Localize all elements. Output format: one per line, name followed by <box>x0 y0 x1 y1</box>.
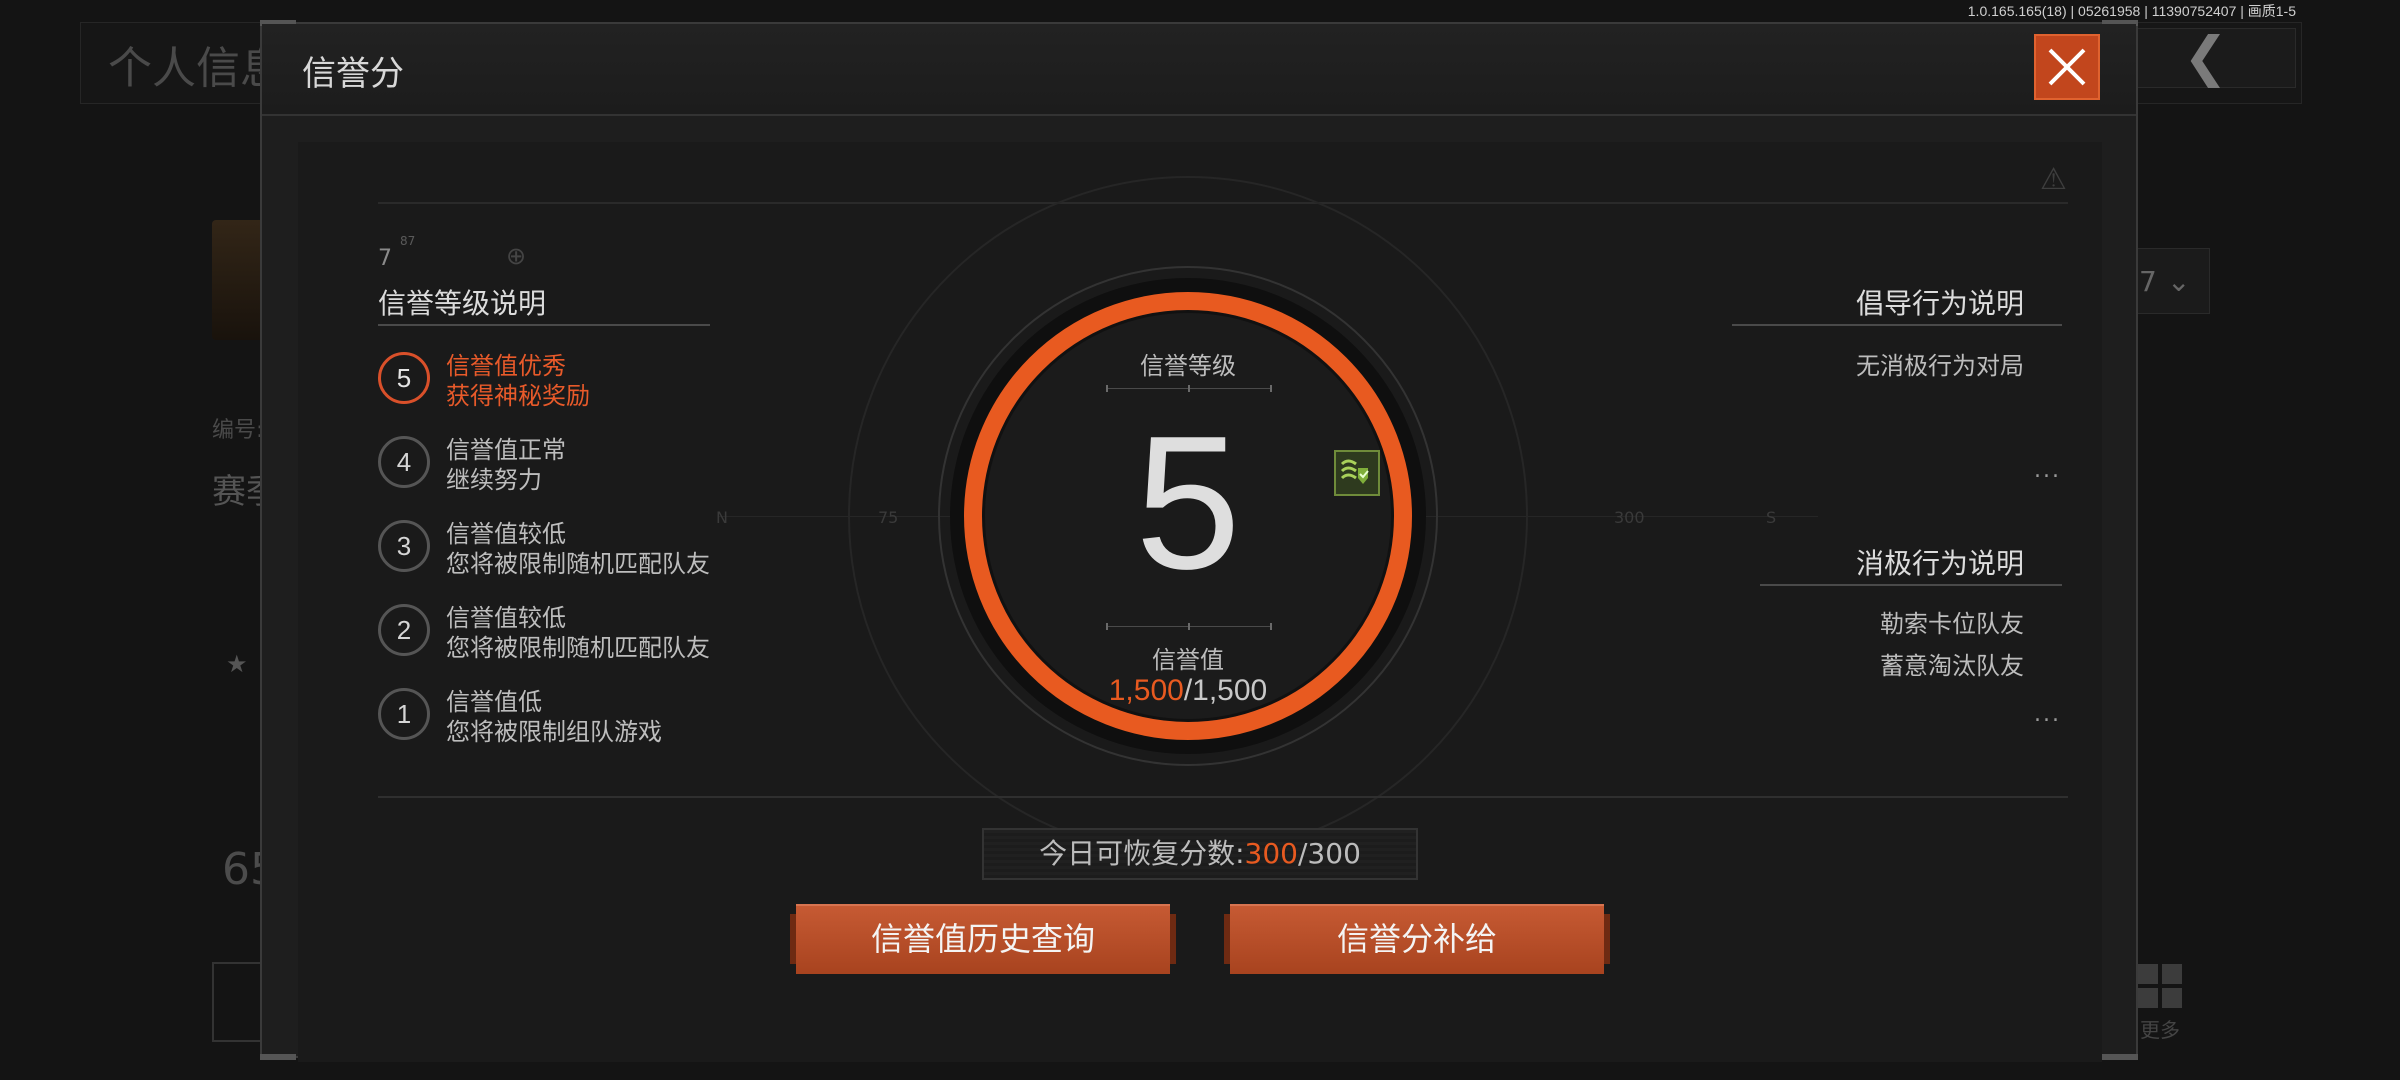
modal-corner <box>260 1054 296 1060</box>
level-item-2: 2 信誉值较低 您将被限制随机匹配队友 <box>378 598 798 664</box>
positive-item: 无消极行为对局 <box>1856 352 2024 380</box>
reputation-dial: 信誉等级 5 信誉值 1,500/1,500 <box>848 176 1528 856</box>
debug-info: 1.0.165.165(18) | 05261958 | 11390752407… <box>1967 3 2296 19</box>
axis-label-b: 300 <box>1614 508 1645 527</box>
negative-more[interactable]: ... <box>2034 702 2061 727</box>
season-selector-value: 7 <box>2139 265 2157 298</box>
dial-tick-line <box>1106 623 1272 630</box>
axis-label-s: S <box>1766 508 1777 527</box>
deco-number: 7 <box>378 246 392 271</box>
score-value: 1,500/1,500 <box>918 674 1458 708</box>
level-badge: 3 <box>378 520 430 572</box>
level-desc: 您将被限制组队游戏 <box>446 718 662 746</box>
negative-item: 勒索卡位队友 <box>1880 610 2024 638</box>
divider <box>378 796 2068 798</box>
close-button[interactable] <box>2034 34 2100 100</box>
recover-max: /300 <box>1298 837 1361 870</box>
score-current: 1,500 <box>1108 674 1184 707</box>
level-item-5: 5 信誉值优秀 获得神秘奖励 <box>378 346 798 412</box>
more-label: 更多 <box>2140 1018 2180 1042</box>
recover-label: 今日可恢复分数: <box>1039 837 1245 870</box>
rank-badge-icon[interactable] <box>1334 450 1380 496</box>
level-desc: 获得神秘奖励 <box>446 382 590 410</box>
warning-icon: ⚠ <box>2040 162 2067 197</box>
reputation-modal: 信誉分 ⚠ 7 87 ⊕ N 75 300 S 信誉等级说明 5 信誉值优秀 获… <box>260 20 2138 1062</box>
level-badge: 2 <box>378 604 430 656</box>
star-icon: ★ <box>226 650 248 678</box>
negative-title-underline <box>1760 584 2062 586</box>
positive-title-underline <box>1732 324 2062 326</box>
levels-title: 信誉等级说明 <box>378 287 547 320</box>
history-query-button[interactable]: 信誉值历史查询 <box>790 904 1176 974</box>
positive-title: 倡导行为说明 <box>1855 287 2024 320</box>
positive-more[interactable]: ... <box>2034 458 2061 483</box>
negative-title: 消极行为说明 <box>1855 547 2024 580</box>
reputation-supply-button[interactable]: 信誉分补给 <box>1224 904 1610 974</box>
level-label: 信誉等级 <box>1140 352 1236 380</box>
level-item-1: 1 信誉值低 您将被限制组队游戏 <box>378 682 798 748</box>
levels-title-underline <box>378 324 710 326</box>
score-max: /1,500 <box>1183 674 1268 707</box>
recoverable-score-box: 今日可恢复分数:300/300 <box>982 828 1418 880</box>
chevron-left-icon: ❮ <box>2183 25 2229 88</box>
close-icon <box>2048 48 2086 86</box>
modal-body: ⚠ 7 87 ⊕ N 75 300 S 信誉等级说明 5 信誉值优秀 获得神秘奖… <box>298 142 2102 1062</box>
negative-item: 蓄意淘汰队友 <box>1880 652 2024 680</box>
background-id-label: 编号: <box>212 418 264 443</box>
background-title: 个人信息 <box>108 43 284 94</box>
score-label: 信誉值 <box>1152 646 1224 674</box>
back-button[interactable]: ❮ <box>2128 28 2296 88</box>
level-value: 5 <box>1135 397 1241 609</box>
level-item-4: 4 信誉值正常 继续努力 <box>378 430 798 496</box>
level-desc: 继续努力 <box>446 466 542 494</box>
level-badge: 1 <box>378 688 430 740</box>
deco-superscript: 87 <box>400 234 416 248</box>
recover-current: 300 <box>1244 837 1298 870</box>
grid-icon[interactable] <box>2138 964 2184 1010</box>
level-desc: 您将被限制随机匹配队友 <box>446 634 710 662</box>
modal-header: 信誉分 <box>262 24 2136 116</box>
level-badge: 5 <box>378 352 430 404</box>
level-desc: 您将被限制随机匹配队友 <box>446 550 710 578</box>
level-item-3: 3 信誉值较低 您将被限制随机匹配队友 <box>378 514 798 580</box>
modal-corner <box>2102 1054 2138 1060</box>
level-badge: 4 <box>378 436 430 488</box>
modal-title: 信誉分 <box>302 54 404 94</box>
chevron-down-icon: ⌄ <box>2167 265 2191 298</box>
dial-tick-line <box>1106 385 1272 392</box>
crosshair-icon: ⊕ <box>506 242 527 270</box>
